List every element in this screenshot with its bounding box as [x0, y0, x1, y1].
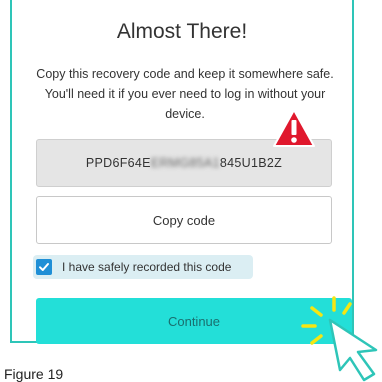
recorded-confirmation-checkbox[interactable] — [36, 259, 52, 275]
figure-caption: Figure 19 — [4, 366, 64, 382]
page: Almost There! Copy this recovery code an… — [0, 0, 382, 382]
warning-icon — [273, 109, 315, 147]
copy-code-button[interactable]: Copy code — [36, 196, 332, 244]
recorded-confirmation-checkbox-row[interactable]: I have safely recorded this code — [33, 255, 253, 279]
recovery-code-suffix: 845U1B2Z — [219, 156, 283, 170]
checkmark-icon — [39, 263, 49, 271]
recovery-code-masked: ERMG85A1 — [150, 156, 220, 170]
pointer-cursor-icon — [301, 296, 378, 382]
recovery-code-prefix: PPD6F64E — [85, 156, 151, 170]
recorded-confirmation-label: I have safely recorded this code — [62, 260, 232, 274]
dialog-title: Almost There! — [116, 20, 248, 43]
